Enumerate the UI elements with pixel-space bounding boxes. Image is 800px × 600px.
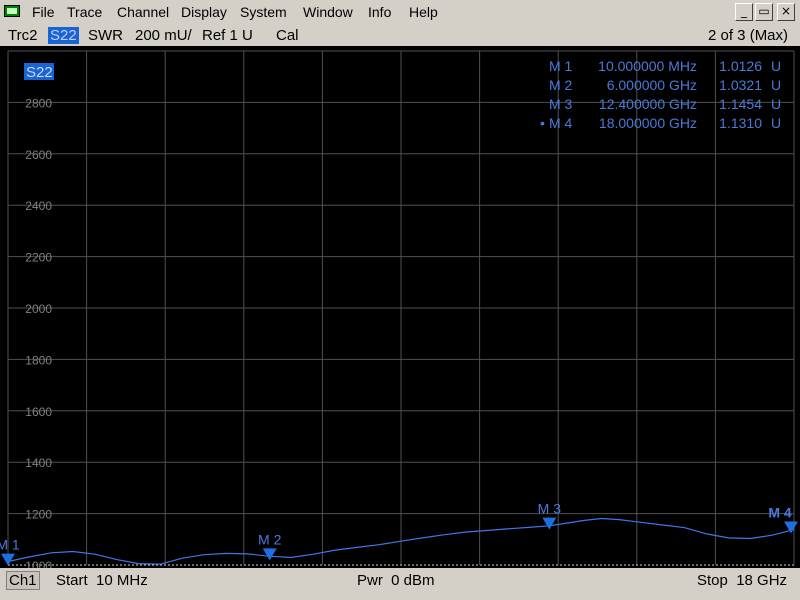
y-tick-label: 2000 xyxy=(25,302,52,316)
menu-info[interactable]: Info xyxy=(368,4,391,20)
menu-file[interactable]: File xyxy=(32,4,55,20)
menu-channel[interactable]: Channel xyxy=(117,4,169,20)
y-tick-label: 2200 xyxy=(25,251,52,265)
status-bar: Ch1 Start 10 MHz Pwr 0 dBm Stop 18 GHz xyxy=(0,568,800,600)
readout-stimulus: 18.000000 GHz xyxy=(599,115,697,131)
app-icon[interactable] xyxy=(4,5,20,17)
readout-response: 1.0126 xyxy=(719,58,762,74)
y-tick-label: 2400 xyxy=(25,199,52,213)
menu-window[interactable]: Window xyxy=(303,4,353,20)
stop-frequency[interactable]: Stop 18 GHz xyxy=(697,572,787,589)
readout-stimulus: 12.400000 GHz xyxy=(599,96,697,112)
marker-glyphs: M 1 M 2 M 3 M 4 xyxy=(0,501,798,566)
diagram-area[interactable]: 2800 2600 2400 2200 2000 1800 1600 1400 1200 1000… xyxy=(0,46,800,573)
readout-response: 1.0321 xyxy=(719,77,762,93)
readout-marker-label: M 4 xyxy=(549,115,573,131)
readout-unit: U xyxy=(771,58,781,74)
y-tick-label: 2800 xyxy=(25,96,52,110)
y-tick-label: 1600 xyxy=(25,405,52,419)
window-info[interactable]: 2 of 3 (Max) xyxy=(708,27,788,44)
menu-display[interactable]: Display xyxy=(181,4,227,20)
marker-label: M 2 xyxy=(258,531,282,547)
marker-label: M 1 xyxy=(0,537,20,553)
readout-stimulus: 10.000000 MHz xyxy=(598,58,697,74)
y-tick-label: 1200 xyxy=(25,508,52,522)
readout-response: 1.1454 xyxy=(719,96,762,112)
menu-help[interactable]: Help xyxy=(409,4,438,20)
start-frequency[interactable]: Start 10 MHz xyxy=(56,572,148,589)
marker-label: M 4 xyxy=(768,505,792,521)
readout-unit: U xyxy=(771,96,781,112)
menu-bar: File Trace Channel Display System Window… xyxy=(0,0,800,24)
readout-marker-label: M 2 xyxy=(549,77,573,93)
y-tick-label: 1000 xyxy=(25,559,52,568)
minimize-button[interactable]: _ xyxy=(735,3,753,21)
trace-info-bar: Trc2 S22 SWR 200 mU/ Ref 1 U Cal 2 of 3 … xyxy=(0,24,800,46)
trace-scale[interactable]: 200 mU/ xyxy=(135,27,192,44)
y-tick-label: 2600 xyxy=(25,148,52,162)
y-tick-label: 1800 xyxy=(25,353,52,367)
restore-button[interactable]: ▭ xyxy=(755,3,773,21)
readout-unit: U xyxy=(771,115,781,131)
trace-format[interactable]: SWR xyxy=(88,27,123,44)
readout-marker-label: M 3 xyxy=(549,96,573,112)
marker-readout: M 1 10.000000 MHz 1.0126 U M 2 6.000000 GHz 1.… xyxy=(540,58,781,131)
channel-indicator[interactable]: Ch1 xyxy=(6,571,40,590)
readout-stimulus: 6.000000 GHz xyxy=(607,77,697,93)
calibration-indicator[interactable]: Cal xyxy=(276,27,299,44)
y-axis-ticks: 2800 2600 2400 2200 2000 1800 1600 1400 1200 1000 xyxy=(25,96,52,573)
trace-label: S22 xyxy=(26,64,53,81)
marker-icon xyxy=(262,548,277,561)
active-marker-bullet: • xyxy=(540,115,545,131)
marker-icon xyxy=(542,517,557,530)
close-button[interactable]: × xyxy=(777,3,795,21)
marker-label: M 3 xyxy=(538,501,562,517)
menu-system[interactable]: System xyxy=(240,4,287,20)
trace-name[interactable]: Trc2 xyxy=(8,27,37,44)
menu-trace[interactable]: Trace xyxy=(67,4,102,20)
trace-reference[interactable]: Ref 1 U xyxy=(202,27,253,44)
marker-icon xyxy=(1,553,15,566)
source-power[interactable]: Pwr 0 dBm xyxy=(357,572,435,589)
trace-parameter[interactable]: S22 xyxy=(48,27,79,44)
readout-unit: U xyxy=(771,77,781,93)
s22-swr-chart[interactable]: 2800 2600 2400 2200 2000 1800 1600 1400 1200 1000… xyxy=(0,46,800,573)
readout-response: 1.1310 xyxy=(719,115,762,131)
y-tick-label: 1400 xyxy=(25,456,52,470)
readout-marker-label: M 1 xyxy=(549,58,573,74)
